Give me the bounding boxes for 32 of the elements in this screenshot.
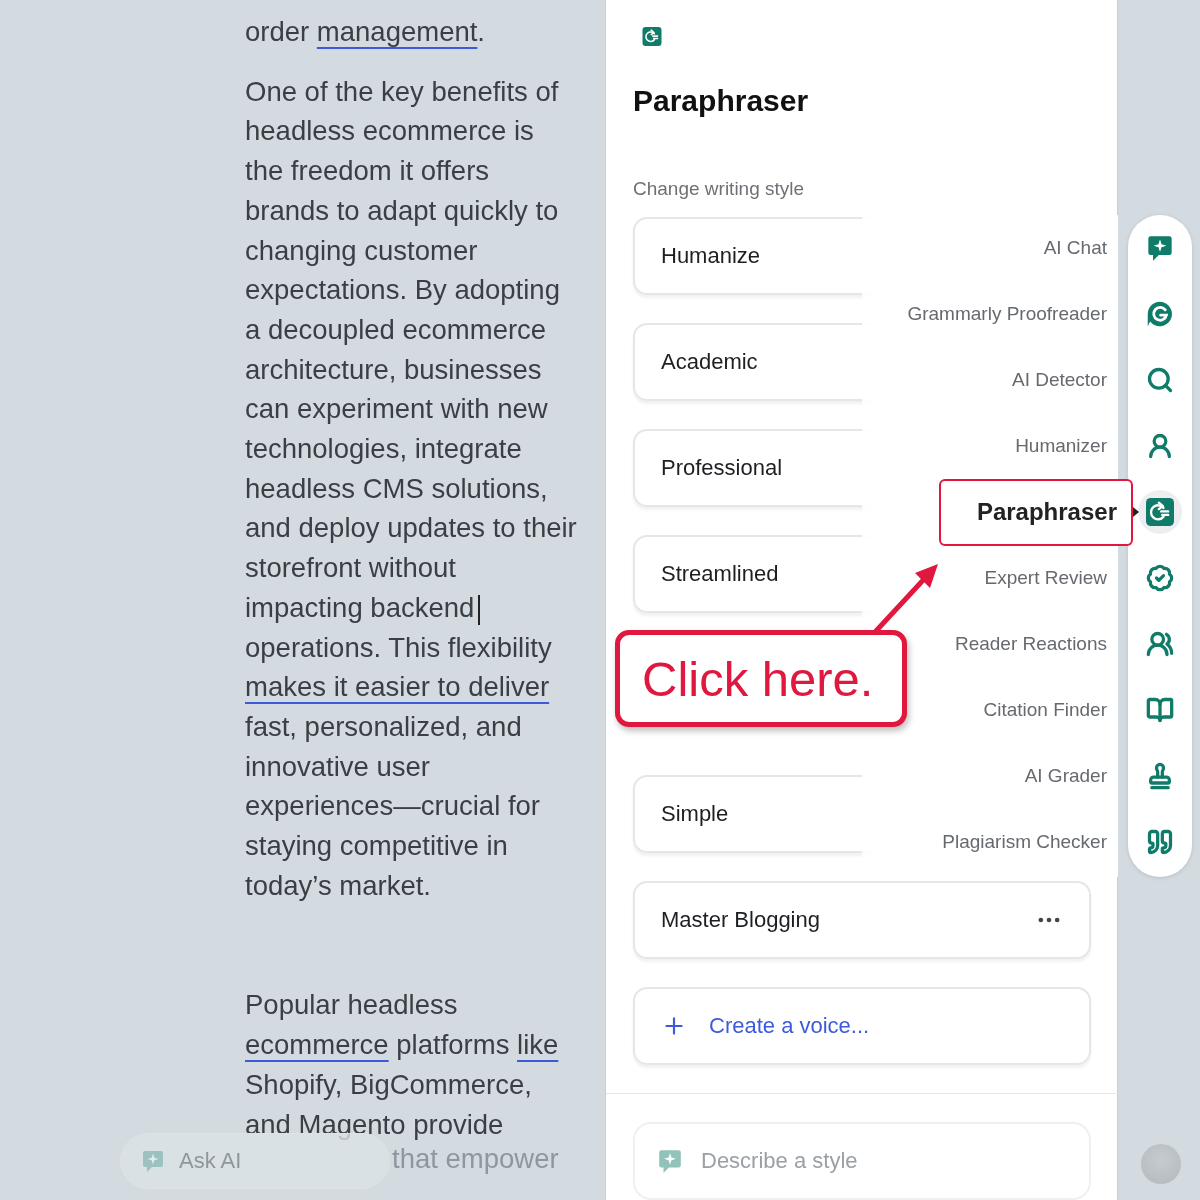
g-logo-icon [1146,300,1174,328]
tool-label[interactable]: AI Grader [1024,765,1107,787]
search-icon [1146,366,1174,394]
describe-style-field[interactable]: Describe a style [633,1122,1091,1200]
paragraph: One of the key benefits of headless ecommerce is the freedom it offers brands to adapt quickly to changing customer expectations. By adopting a decoupled ecommerce architecture, businesses can experiment with new technologies, integrate headless CMS solutions, and deploy updates to their storefront without impacting backend operations. This flexibility makes it easier to deliver fast, personalized, and innovative user experiences—crucial for staying competitive in today’s market. [245,74,577,903]
paraphrase-icon [1146,498,1174,526]
tool-label[interactable]: Humanizer [1015,435,1107,457]
book-icon [1146,696,1174,724]
style-option[interactable]: Master Blogging [633,881,1091,959]
create-voice-button[interactable]: Create a voice... [633,987,1091,1065]
tool-label[interactable]: Grammarly Proofreader [907,303,1107,325]
quote-icon [1146,828,1174,856]
tool-label[interactable]: Citation Finder [983,699,1107,721]
tool-label[interactable]: Plagiarism Checker [942,831,1107,853]
paragraph: that empower [392,1143,559,1175]
chat-sparkle-icon [141,1149,165,1173]
person-icon [1146,432,1174,460]
panel-title: Paraphraser [633,83,810,119]
tool-label[interactable]: Paraphraser [939,478,1133,546]
paragraph: order management. [245,15,486,49]
section-label: Change writing style [633,177,806,201]
tool-label[interactable]: Expert Review [984,567,1107,589]
callout: Click here. [615,630,907,727]
people-icon [1146,630,1174,658]
stamp-icon [1146,762,1174,790]
tool-label[interactable]: Reader Reactions [954,633,1107,655]
tool-button[interactable] [1138,490,1182,534]
badge-check-icon [1146,564,1174,592]
tool-label[interactable]: AI Detector [1011,369,1107,391]
chat-sparkle-icon [657,1148,683,1174]
tool-label[interactable]: AI Chat [1043,237,1107,259]
chat-sparkle-icon [1146,234,1174,262]
